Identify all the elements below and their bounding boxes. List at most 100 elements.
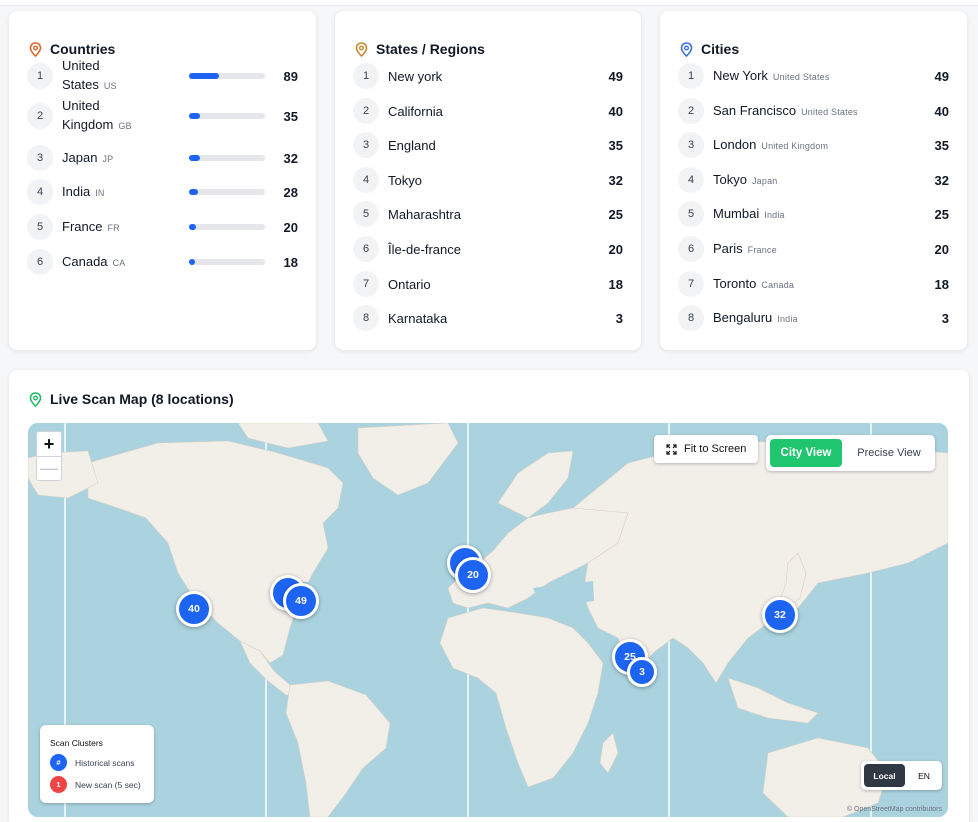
state-row[interactable]: 2 California 40 [353, 98, 623, 124]
state-row[interactable]: 1 New york 49 [353, 63, 623, 89]
city-country: France [747, 244, 777, 255]
country-share-fill [189, 73, 220, 79]
map-title-text: Live Scan Map (8 locations) [50, 391, 234, 407]
state-name: Karnataka [388, 310, 448, 326]
city-row[interactable]: 3 London United Kingdom 35 [678, 132, 949, 158]
city-row[interactable]: 7 Toronto Canada 18 [678, 271, 949, 297]
scan-cluster-marker[interactable]: 40 [176, 591, 212, 627]
city-country: Canada [761, 279, 795, 290]
country-code: US [103, 81, 117, 91]
rank-badge: 6 [678, 236, 704, 262]
country-share-fill [189, 259, 196, 265]
scan-cluster-marker[interactable]: 3 [627, 657, 657, 687]
country-row[interactable]: 6 Canada CA 18 [27, 249, 298, 275]
state-count: 40 [608, 103, 623, 119]
scan-cluster-marker[interactable]: 49 [283, 583, 319, 619]
state-row[interactable]: 8 Karnataka 3 [353, 305, 623, 331]
country-row[interactable]: 5 France FR 20 [27, 214, 298, 240]
legend-historical-swatch: # [50, 754, 67, 771]
scan-cluster-marker[interactable]: 20 [455, 557, 491, 593]
cities-card: Cities 1 New York United States 49 2 San Fran… [660, 11, 967, 350]
country-row[interactable]: 1 United States US 89 [27, 58, 298, 92]
city-view-button[interactable]: City View [770, 439, 842, 467]
zoom-out-button[interactable]: — [37, 456, 61, 480]
map-attribution[interactable]: © OpenStreetMap contributors [847, 806, 942, 813]
city-count: 35 [934, 137, 949, 153]
country-share-bar [189, 113, 265, 119]
country-name: France FR [62, 217, 154, 238]
view-mode-toggle: City View Precise View [766, 435, 935, 471]
countries-card: Countries 1 United States US 89 2 United King… [9, 11, 316, 350]
city-country: United States [801, 106, 858, 117]
rank-badge: 2 [353, 98, 379, 124]
city-name: Toronto Canada [713, 274, 794, 295]
city-name: Mumbai India [713, 204, 785, 225]
city-name-text: New York [713, 67, 768, 83]
legend-new-scan-label: New scan (5 sec) [75, 779, 141, 790]
lang-en-button[interactable]: EN [909, 764, 939, 787]
city-row[interactable]: 2 San Francisco United States 40 [678, 98, 949, 124]
rank-badge: 3 [353, 132, 379, 158]
state-row[interactable]: 6 Île-de-france 20 [353, 236, 623, 262]
city-row[interactable]: 1 New York United States 49 [678, 63, 949, 89]
rank-badge: 6 [27, 249, 53, 275]
city-name: London United Kingdom [713, 135, 828, 156]
country-share-bar [189, 259, 265, 265]
rank-badge: 8 [353, 305, 379, 331]
map-tiles [28, 423, 948, 817]
country-count: 28 [283, 184, 298, 200]
live-scan-map-card: Live Scan Map (8 locations) + — Fit to S… [9, 370, 969, 822]
states-card: States / Regions 1 New york 49 2 California 4… [335, 11, 641, 350]
country-row[interactable]: 2 United Kingdom GB 35 [27, 98, 298, 132]
country-name-text: United Kingdom [62, 98, 114, 132]
state-row[interactable]: 5 Maharashtra 25 [353, 201, 623, 227]
rank-badge: 4 [27, 179, 53, 205]
country-count: 32 [283, 150, 298, 166]
city-row[interactable]: 6 Paris France 20 [678, 236, 949, 262]
state-name: England [388, 137, 436, 153]
country-share-bar [189, 189, 265, 195]
state-count: 25 [608, 206, 623, 222]
state-row[interactable]: 3 England 35 [353, 132, 623, 158]
city-country: Japan [751, 175, 778, 186]
state-name: Maharashtra [388, 206, 461, 222]
fit-to-screen-button[interactable]: Fit to Screen [654, 435, 759, 463]
city-name-text: Bengaluru [713, 309, 773, 325]
country-code: JP [102, 153, 114, 164]
rank-badge: 1 [353, 63, 379, 89]
scan-clusters-legend: Scan Clusters # Historical scans 1 New s… [40, 725, 154, 803]
world-map[interactable]: + — Fit to Screen City View Precise View… [28, 423, 948, 817]
country-name-text: Japan [62, 149, 98, 165]
state-count: 49 [608, 68, 623, 84]
country-name: United Kingdom GB [62, 96, 154, 136]
rank-badge: 5 [678, 201, 704, 227]
state-name: California [388, 103, 443, 119]
states-title: States / Regions [355, 41, 485, 57]
city-country: India [777, 313, 798, 324]
scan-cluster-marker[interactable]: 32 [762, 597, 798, 633]
country-name: Japan JP [62, 148, 154, 169]
city-row[interactable]: 4 Tokyo Japan 32 [678, 167, 949, 193]
country-row[interactable]: 4 India IN 28 [27, 179, 298, 205]
legend-historical-label: Historical scans [75, 757, 135, 768]
city-name-text: Tokyo [713, 171, 747, 187]
countries-title: Countries [29, 41, 115, 57]
map-pin-icon [355, 41, 368, 57]
precise-view-button[interactable]: Precise View [848, 439, 930, 467]
expand-icon [666, 443, 677, 455]
state-row[interactable]: 7 Ontario 18 [353, 271, 623, 297]
lang-local-button[interactable]: Local [864, 764, 905, 787]
zoom-control: + — [36, 431, 62, 481]
city-name-text: London [713, 136, 757, 152]
countries-title-text: Countries [50, 41, 116, 57]
city-count: 25 [934, 206, 949, 222]
country-count: 35 [283, 108, 298, 124]
state-row[interactable]: 4 Tokyo 32 [353, 167, 623, 193]
country-name: United States US [62, 56, 154, 96]
city-row[interactable]: 8 Bengaluru India 3 [678, 305, 949, 331]
zoom-in-button[interactable]: + [37, 432, 61, 456]
city-row[interactable]: 5 Mumbai India 25 [678, 201, 949, 227]
country-share-fill [189, 189, 199, 195]
country-row[interactable]: 3 Japan JP 32 [27, 145, 298, 171]
rank-badge: 5 [27, 214, 53, 240]
